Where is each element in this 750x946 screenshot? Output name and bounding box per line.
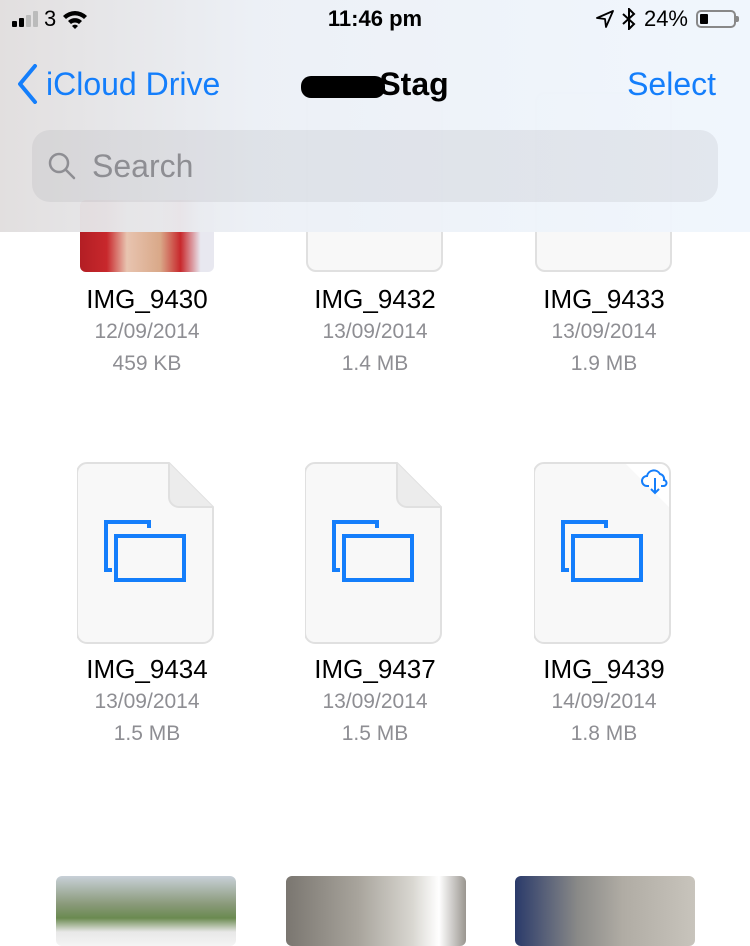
location-icon xyxy=(596,10,614,28)
file-date: 13/09/2014 xyxy=(551,320,657,343)
bluetooth-icon xyxy=(622,8,636,30)
file-item[interactable]: IMG_9437 13/09/2014 1.5 MB xyxy=(260,460,490,760)
image-document-icon xyxy=(77,462,214,644)
file-date: 13/09/2014 xyxy=(322,320,428,343)
title-text: Stag xyxy=(379,66,449,102)
file-item[interactable] xyxy=(32,876,262,946)
search-input[interactable] xyxy=(90,146,694,186)
navigation-bar: iCloud Drive Stag Select xyxy=(0,60,750,110)
file-name: IMG_9432 xyxy=(314,284,436,314)
file-name: IMG_9430 xyxy=(86,284,208,314)
battery-icon xyxy=(696,10,739,28)
file-date: 13/09/2014 xyxy=(322,690,428,713)
search-icon xyxy=(48,152,76,180)
file-item[interactable]: IMG_9439 14/09/2014 1.8 MB xyxy=(489,460,719,760)
file-date: 13/09/2014 xyxy=(94,690,200,713)
file-name: IMG_9433 xyxy=(543,284,665,314)
image-document-icon xyxy=(305,462,442,644)
status-bar: 3 11:46 pm 24% xyxy=(0,0,750,40)
file-size: 1.8 MB xyxy=(570,722,638,745)
file-date: 12/09/2014 xyxy=(94,320,200,343)
battery-fill xyxy=(700,14,708,24)
cloud-download-icon[interactable] xyxy=(640,468,670,496)
file-item[interactable] xyxy=(489,876,719,946)
file-name: IMG_9439 xyxy=(543,654,665,684)
select-button[interactable]: Select xyxy=(627,66,716,103)
file-size: 1.4 MB xyxy=(341,352,409,375)
redaction-mark xyxy=(301,75,386,98)
file-size: 459 KB xyxy=(112,352,182,375)
file-size: 1.9 MB xyxy=(570,352,638,375)
battery-percent: 24% xyxy=(643,6,688,31)
file-size: 1.5 MB xyxy=(341,722,409,745)
file-item[interactable] xyxy=(260,876,490,946)
file-name: IMG_9437 xyxy=(314,654,436,684)
file-item[interactable]: IMG_9434 13/09/2014 1.5 MB xyxy=(32,460,262,760)
file-size: 1.5 MB xyxy=(113,722,181,745)
file-date: 14/09/2014 xyxy=(551,690,657,713)
search-bar[interactable] xyxy=(32,130,718,202)
file-name: IMG_9434 xyxy=(86,654,208,684)
